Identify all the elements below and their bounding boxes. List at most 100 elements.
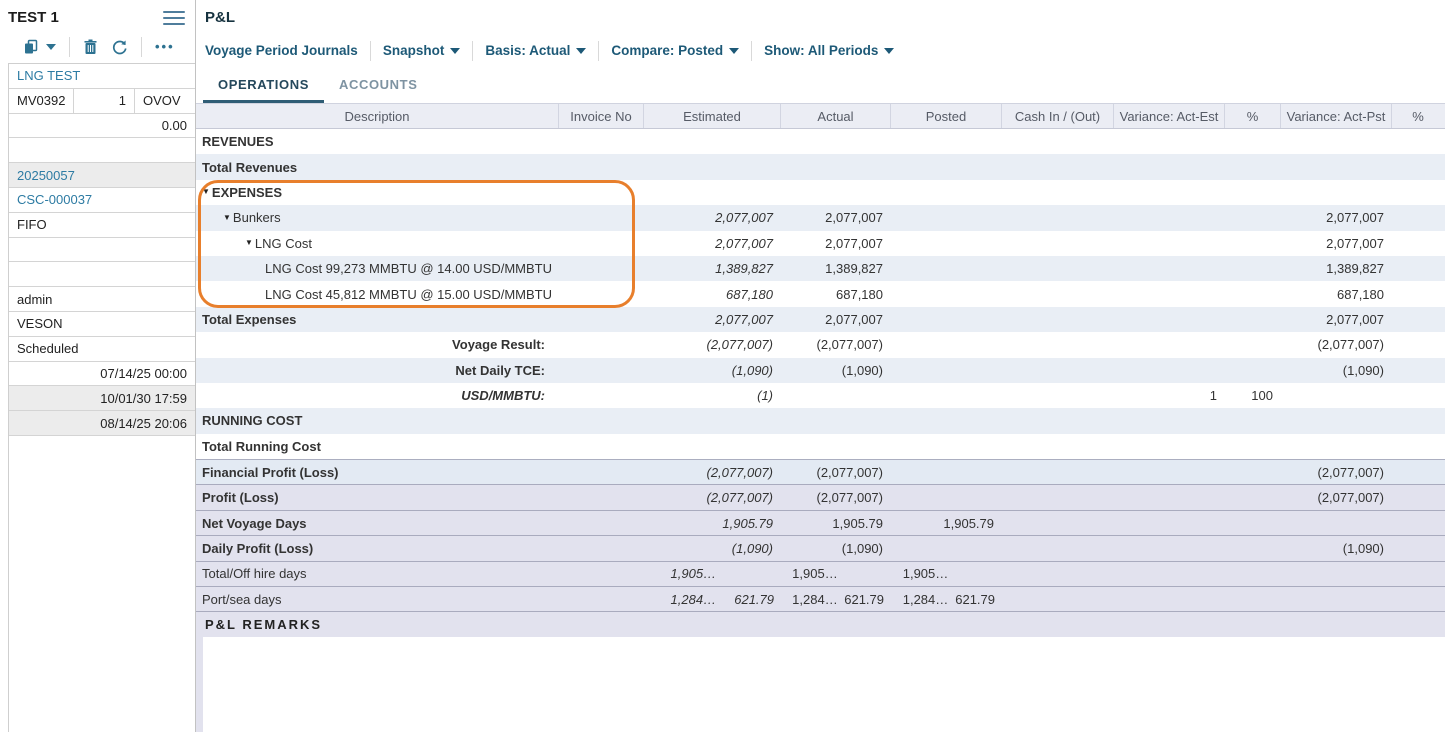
toolbar-divider	[751, 41, 752, 61]
trash-icon[interactable]	[76, 39, 105, 55]
cell-varAP	[1281, 434, 1392, 459]
cell-cash	[1002, 129, 1114, 154]
sidebar-field-row: LNG TEST	[9, 64, 195, 89]
app-window: TEST 1 ••• LNG TESTMV03921OVOV0.00202500…	[0, 0, 1445, 732]
sidebar-field[interactable]: VESON	[9, 316, 195, 331]
cell-pctAE	[1225, 307, 1281, 332]
sidebar-field[interactable]: 0.00	[9, 118, 195, 133]
cell-varAE	[1114, 511, 1225, 535]
cell-act: (1,090)	[781, 536, 891, 560]
column-header--[interactable]: %	[1225, 104, 1281, 128]
grid-header: DescriptionInvoice NoEstimatedActualPost…	[196, 103, 1445, 129]
value-est-left: 1,284…	[644, 592, 722, 607]
sidebar-link-field[interactable]: CSC-000037	[9, 192, 195, 207]
toolbar-item-label: Show: All Periods	[764, 43, 878, 58]
tab-operations[interactable]: OPERATIONS	[203, 77, 324, 103]
cell-invoice	[559, 281, 644, 306]
cell-posted: 1,284…621.79	[891, 587, 1002, 611]
column-header-variance-act-est[interactable]: Variance: Act-Est	[1114, 104, 1225, 128]
cell-varAP: 687,180	[1281, 281, 1392, 306]
cell-pctAP	[1392, 358, 1444, 383]
cell-invoice	[559, 587, 644, 611]
toolbar-item-show-all-periods[interactable]: Show: All Periods	[764, 43, 894, 58]
pnl-toolbar: Voyage Period Journals Snapshot Basis: Act…	[196, 33, 1445, 68]
cell-cash	[1002, 587, 1114, 611]
cell-act	[781, 180, 891, 205]
expand-caret-icon[interactable]: ▼	[245, 239, 253, 247]
sidebar-field[interactable]: Scheduled	[9, 341, 195, 356]
cell-pctAP	[1392, 307, 1444, 332]
cell-posted	[891, 205, 1002, 230]
pnl-row-expenses: ▼EXPENSES	[196, 180, 1445, 205]
cell-posted	[891, 129, 1002, 154]
sidebar-field-row: VESON	[9, 312, 195, 337]
sidebar-field-row	[9, 262, 195, 287]
cell-pctAE	[1225, 460, 1281, 484]
description-cell: Voyage Result:	[196, 332, 559, 357]
column-header-variance-act-pst[interactable]: Variance: Act-Pst	[1281, 104, 1392, 128]
pnl-row-total-expenses: Total Expenses2,077,0072,077,0072,077,00…	[196, 307, 1445, 332]
cell-varAE	[1114, 358, 1225, 383]
column-header-actual[interactable]: Actual	[781, 104, 891, 128]
remarks-area	[196, 637, 1445, 732]
sidebar-field[interactable]: 1	[73, 89, 134, 113]
description-cell: Total Running Cost	[196, 434, 559, 459]
cell-pctAE	[1225, 231, 1281, 256]
sidebar-toolbar: •••	[0, 30, 195, 63]
row-description: Total Running Cost	[202, 439, 321, 454]
remarks-input[interactable]	[203, 637, 1445, 732]
cell-invoice	[559, 205, 644, 230]
cell-varAP: (2,077,007)	[1281, 485, 1392, 509]
cell-invoice	[559, 307, 644, 332]
column-header-description[interactable]: Description	[196, 104, 559, 128]
caret-down-icon[interactable]	[46, 43, 63, 51]
sidebar-field[interactable]: admin	[9, 292, 195, 307]
pnl-row-lng-cost-99-273-mmbtu-14-00-usd-mmbtu: LNG Cost 99,273 MMBTU @ 14.00 USD/MMBTU1…	[196, 256, 1445, 281]
sidebar-field[interactable]: OVOV	[134, 89, 195, 113]
cell-pctAP	[1392, 332, 1444, 357]
description-cell: ▼Bunkers	[196, 205, 559, 230]
toolbar-divider	[141, 37, 142, 57]
cell-pctAP	[1392, 485, 1444, 509]
sidebar-field[interactable]: MV0392	[9, 93, 73, 108]
cell-cash	[1002, 460, 1114, 484]
pnl-row-running-cost: RUNNING COST	[196, 408, 1445, 433]
column-header-invoice-no[interactable]: Invoice No	[559, 104, 644, 128]
copy-icon[interactable]	[16, 39, 46, 55]
cell-varAE	[1114, 129, 1225, 154]
cell-varAE	[1114, 562, 1225, 586]
cell-act	[781, 129, 891, 154]
expand-caret-icon[interactable]: ▼	[223, 214, 231, 222]
cell-invoice	[559, 434, 644, 459]
toolbar-item-snapshot[interactable]: Snapshot	[383, 43, 461, 58]
toolbar-item-voyage-period-journals[interactable]: Voyage Period Journals	[205, 43, 358, 58]
pnl-row-bunkers: ▼Bunkers2,077,0072,077,0072,077,007	[196, 205, 1445, 230]
cell-invoice	[559, 231, 644, 256]
column-header-posted[interactable]: Posted	[891, 104, 1002, 128]
cell-varAE	[1114, 307, 1225, 332]
cell-est: (1,090)	[644, 536, 781, 560]
sidebar-field-row	[9, 138, 195, 163]
tab-accounts[interactable]: ACCOUNTS	[324, 77, 432, 103]
sidebar-field-row: admin	[9, 287, 195, 312]
row-description: Bunkers	[233, 210, 281, 225]
expand-caret-icon[interactable]: ▼	[202, 188, 210, 196]
sidebar-field[interactable]: FIFO	[9, 217, 195, 232]
column-header--[interactable]: %	[1392, 104, 1444, 128]
cell-cash	[1002, 205, 1114, 230]
description-cell: Net Daily TCE:	[196, 358, 559, 383]
toolbar-item-basis-actual[interactable]: Basis: Actual	[485, 43, 586, 58]
value-act-left: 1,905…	[781, 566, 844, 581]
cell-pctAP	[1392, 562, 1444, 586]
cell-pctAP	[1392, 281, 1444, 306]
refresh-icon[interactable]	[105, 39, 135, 55]
more-icon[interactable]: •••	[148, 39, 182, 54]
sidebar-field[interactable]: 07/14/25 00:00	[9, 366, 195, 381]
description-cell: Total Expenses	[196, 307, 559, 332]
menu-icon[interactable]	[163, 7, 185, 29]
column-header-estimated[interactable]: Estimated	[644, 104, 781, 128]
sidebar-link-field[interactable]: LNG TEST	[9, 68, 195, 83]
toolbar-item-compare-posted[interactable]: Compare: Posted	[611, 43, 739, 58]
sidebar: TEST 1 ••• LNG TESTMV03921OVOV0.00202500…	[0, 0, 196, 732]
column-header-cash-in-out-[interactable]: Cash In / (Out)	[1002, 104, 1114, 128]
